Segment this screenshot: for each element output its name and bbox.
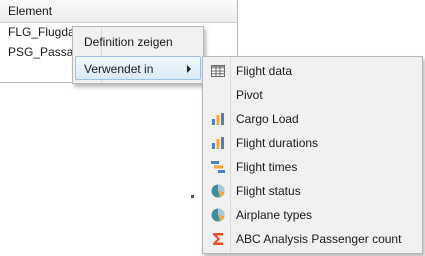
submenu-item-flight-times[interactable]: Flight times: [205, 155, 420, 179]
menu-item-label: Definition zeigen: [84, 35, 173, 49]
submenu-item-cargo-load[interactable]: Cargo Load: [205, 107, 420, 131]
resize-handle: [191, 195, 194, 198]
sigma-icon: [213, 233, 223, 245]
submenu-item-flight-data[interactable]: Flight data: [205, 59, 420, 83]
bar-chart-icon: [212, 113, 224, 125]
context-menu: Definition zeigen Verwendet in: [72, 26, 204, 84]
submenu-item-flight-status[interactable]: Flight status: [205, 179, 420, 203]
submenu-item-airplane-types[interactable]: Airplane types: [205, 203, 420, 227]
submenu-arrow-icon: [187, 65, 191, 73]
column-header-element[interactable]: Element: [8, 4, 52, 18]
submenu-item-label: Flight data: [236, 64, 293, 78]
table-icon: [211, 65, 225, 77]
submenu-item-abc-analysis-passenger-count[interactable]: ABC Analysis Passenger count: [205, 227, 420, 251]
submenu-item-label: Flight times: [236, 160, 298, 174]
submenu-item-pivot[interactable]: Pivot: [205, 83, 420, 107]
bar-chart-icon: [212, 137, 224, 149]
submenu-item-label: Flight durations: [236, 136, 319, 150]
pie-chart-icon: [211, 208, 225, 222]
submenu-item-label: Cargo Load: [236, 112, 299, 126]
submenu-item-flight-durations[interactable]: Flight durations: [205, 131, 420, 155]
menu-item-label: Verwendet in: [84, 62, 154, 76]
submenu-item-label: ABC Analysis Passenger count: [236, 232, 402, 246]
menu-item-verwendet-in[interactable]: Verwendet in: [75, 56, 201, 80]
menu-item-definition-zeigen[interactable]: Definition zeigen: [75, 30, 201, 54]
table-header: Element: [0, 0, 237, 23]
gantt-chart-icon: [211, 161, 225, 173]
submenu-item-label: Flight status: [236, 184, 301, 198]
submenu-item-label: Airplane types: [236, 208, 313, 222]
submenu-item-label: Pivot: [236, 88, 263, 102]
submenu-verwendet-in: Flight data Pivot Cargo Load Flight dura…: [202, 56, 423, 254]
pie-chart-icon: [211, 184, 225, 198]
